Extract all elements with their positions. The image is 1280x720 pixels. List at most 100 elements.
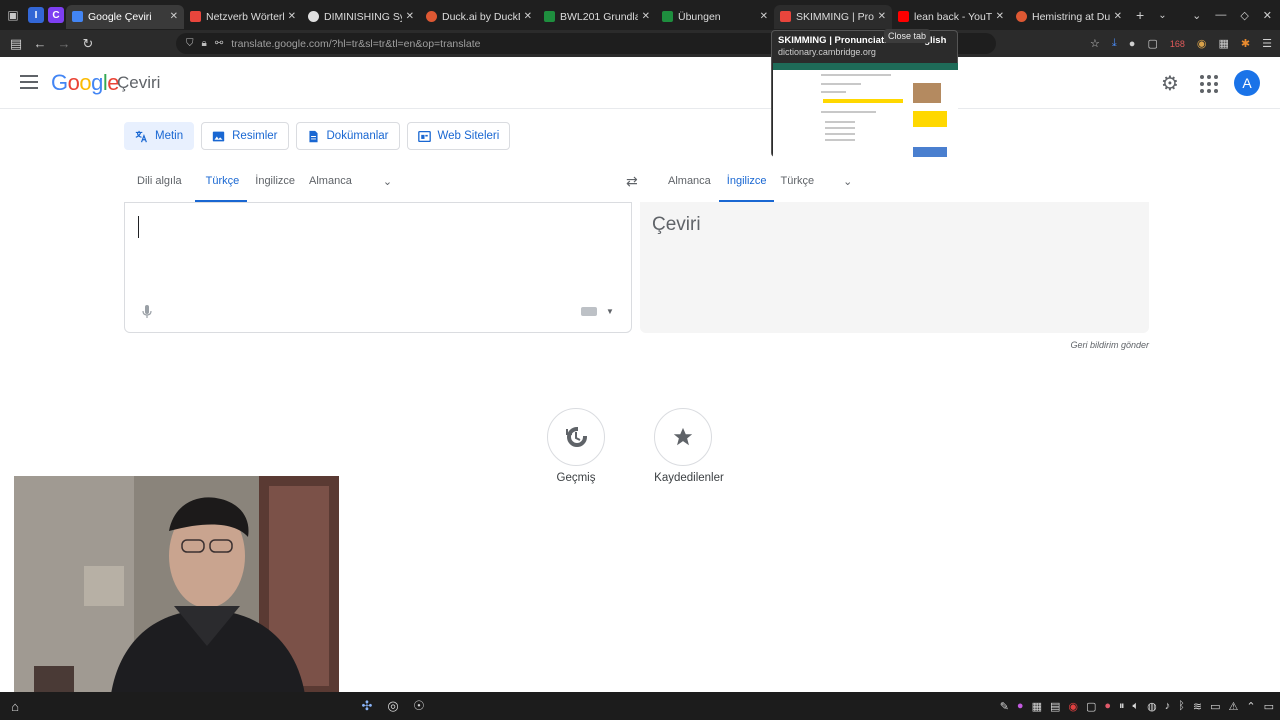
back-icon[interactable]: ← <box>28 36 52 51</box>
target-lang-turkish[interactable]: Türkçe <box>774 170 828 202</box>
window-menu-icon[interactable]: ▣ <box>0 0 26 30</box>
cambridge-favicon-icon <box>780 11 791 22</box>
tab-list-chevron-icon[interactable]: ⌄ <box>1158 10 1166 21</box>
webcam-overlay <box>14 476 339 720</box>
extension-icon[interactable]: ● <box>1129 38 1136 50</box>
browser-tab-1[interactable]: Netzverb Wörterb ✕ <box>184 5 302 29</box>
close-tab-icon[interactable]: ✕ <box>760 11 768 22</box>
bluetooth-icon[interactable]: ᛒ <box>1178 700 1185 712</box>
clipboard-tray-icon[interactable]: ▢ <box>1086 700 1096 713</box>
tray-expand-icon[interactable]: ⌃ <box>1246 700 1255 713</box>
start-menu-icon[interactable]: ⌂ <box>2 695 28 717</box>
close-tab-icon[interactable]: ✕ <box>642 11 650 22</box>
keyboard-icon[interactable] <box>581 307 597 316</box>
extension-badge[interactable]: 168 <box>1170 39 1185 49</box>
close-tab-icon[interactable]: ✕ <box>406 11 414 22</box>
browser-tab-7[interactable]: lean back - YouTub ✕ <box>892 5 1010 29</box>
browser-tab-5[interactable]: Übungen ✕ <box>656 5 774 29</box>
tab-text[interactable]: Metin <box>124 122 195 150</box>
close-tab-icon[interactable]: ✕ <box>170 11 178 22</box>
bookmark-star-icon[interactable]: ☆ <box>1090 37 1100 50</box>
history-icon <box>566 426 588 447</box>
source-lang-detect[interactable]: Dili algıla <box>124 170 195 202</box>
tab-documents[interactable]: Dokümanlar <box>295 122 400 150</box>
close-tab-icon[interactable]: ✕ <box>524 11 532 22</box>
lock-icon[interactable]: 🔒︎ <box>202 38 207 49</box>
sidebar-toggle-icon[interactable]: ▤ <box>4 36 28 52</box>
grid-icon[interactable]: ▦ <box>1032 700 1042 713</box>
close-tab-icon[interactable]: ✕ <box>878 11 886 22</box>
extensions-grid-icon[interactable]: ▦ <box>1219 37 1229 50</box>
minimize-icon[interactable]: — <box>1215 9 1226 21</box>
site-favicon-icon <box>308 11 319 22</box>
send-feedback-link[interactable]: Geri bildirim gönder <box>1070 340 1149 350</box>
tab-hover-preview: SKIMMING | Pronunciation in English dict… <box>771 30 958 157</box>
cookie-extension-icon[interactable]: ◉ <box>1197 37 1207 50</box>
reload-icon[interactable]: ↻ <box>76 36 100 52</box>
volume-icon[interactable]: 🔈︎ <box>1133 700 1140 713</box>
text-cursor <box>138 216 139 238</box>
new-tab-icon[interactable]: + <box>1136 7 1144 23</box>
pause-icon[interactable]: ⏸ <box>1119 700 1125 713</box>
browser-tab-3[interactable]: Duck.ai by DuckDu ✕ <box>420 5 538 29</box>
calendar-icon[interactable]: ▤ <box>1050 700 1060 713</box>
source-text-input[interactable] <box>137 213 617 283</box>
chevron-down-icon[interactable]: ⌄ <box>827 170 862 188</box>
gear-icon[interactable]: ⚙ <box>1158 71 1182 95</box>
gimp-icon[interactable]: ☉ <box>406 695 432 717</box>
battery-icon[interactable]: ▭ <box>1210 700 1220 713</box>
obs-icon[interactable]: ◎ <box>380 695 406 717</box>
source-lang-turkish[interactable]: Türkçe <box>194 170 248 202</box>
browser-tab-4[interactable]: BWL201 Grundlage ✕ <box>538 5 656 29</box>
download-icon[interactable]: ⤓ <box>1112 37 1117 50</box>
record-icon[interactable]: ● <box>1104 700 1111 712</box>
maximize-icon[interactable]: ◇ <box>1240 9 1248 22</box>
obs-tray-icon[interactable]: ◉ <box>1068 700 1078 713</box>
browser-tab-2[interactable]: DIMINISHING Sync ✕ <box>302 5 420 29</box>
history-label: Geçmiş <box>556 472 596 484</box>
browser-tab-8[interactable]: Hemistring at Duc ✕ <box>1010 5 1128 29</box>
browser-tab-0[interactable]: Google Çeviri ✕ <box>66 4 184 29</box>
google-apps-icon[interactable] <box>1196 71 1220 95</box>
avatar[interactable]: A <box>1234 70 1260 96</box>
chevron-down-icon[interactable]: ⌄ <box>1192 9 1201 22</box>
menu-icon[interactable]: ☰ <box>1262 37 1272 50</box>
swap-languages-icon[interactable]: ⇄ <box>626 173 638 190</box>
close-tab-icon[interactable]: ✕ <box>288 11 296 22</box>
source-lang-english[interactable]: İngilizce <box>247 170 301 202</box>
microphone-tray-icon[interactable]: ♪ <box>1165 700 1171 712</box>
chevron-down-icon[interactable]: ⌄ <box>365 170 402 188</box>
tab-images[interactable]: Resimler <box>201 122 289 150</box>
google-logo[interactable]: Google <box>51 70 120 96</box>
target-lang-english[interactable]: İngilizce <box>718 170 774 202</box>
target-lang-german[interactable]: Almanca <box>655 170 719 202</box>
show-desktop-icon[interactable]: ▭ <box>1264 700 1274 713</box>
close-tab-tooltip: Close tab <box>884 29 931 43</box>
browser-tab-6[interactable]: SKIMMING | Pro ✕ <box>774 4 892 29</box>
microphone-icon[interactable] <box>141 304 153 320</box>
saved-button[interactable] <box>654 408 712 466</box>
caret-down-icon[interactable]: ▼ <box>606 307 614 316</box>
wifi-icon[interactable]: ≋ <box>1193 700 1202 713</box>
pen-icon[interactable]: ✎ <box>1000 700 1009 713</box>
network-icon[interactable]: ◍ <box>1147 700 1157 713</box>
workspace-icon-c[interactable]: C <box>48 7 64 23</box>
saved-label: Kaydedilenler <box>654 472 724 484</box>
color-picker-icon[interactable]: ● <box>1017 700 1024 712</box>
close-tab-icon[interactable]: ✕ <box>1114 11 1122 22</box>
close-window-icon[interactable]: ✕ <box>1263 9 1272 22</box>
hamburger-menu-icon[interactable] <box>20 75 38 89</box>
website-icon <box>417 130 431 142</box>
site-settings-icon[interactable]: ⚯ <box>215 38 223 49</box>
app-launcher-icon[interactable]: ✣ <box>354 695 380 717</box>
notifications-icon[interactable]: ⚠ <box>1229 700 1239 713</box>
shield-icon[interactable]: ⛉ <box>186 38 194 49</box>
clipboard-icon[interactable]: ▢ <box>1147 37 1157 50</box>
workspace-icon-i[interactable]: I <box>28 7 44 23</box>
source-lang-german[interactable]: Almanca <box>301 170 365 202</box>
history-button[interactable] <box>547 408 605 466</box>
tab-websites[interactable]: Web Siteleri <box>406 122 511 150</box>
close-tab-icon[interactable]: ✕ <box>996 11 1004 22</box>
forward-icon[interactable]: → <box>52 36 76 51</box>
puzzle-extension-icon[interactable]: ✱ <box>1241 37 1250 50</box>
